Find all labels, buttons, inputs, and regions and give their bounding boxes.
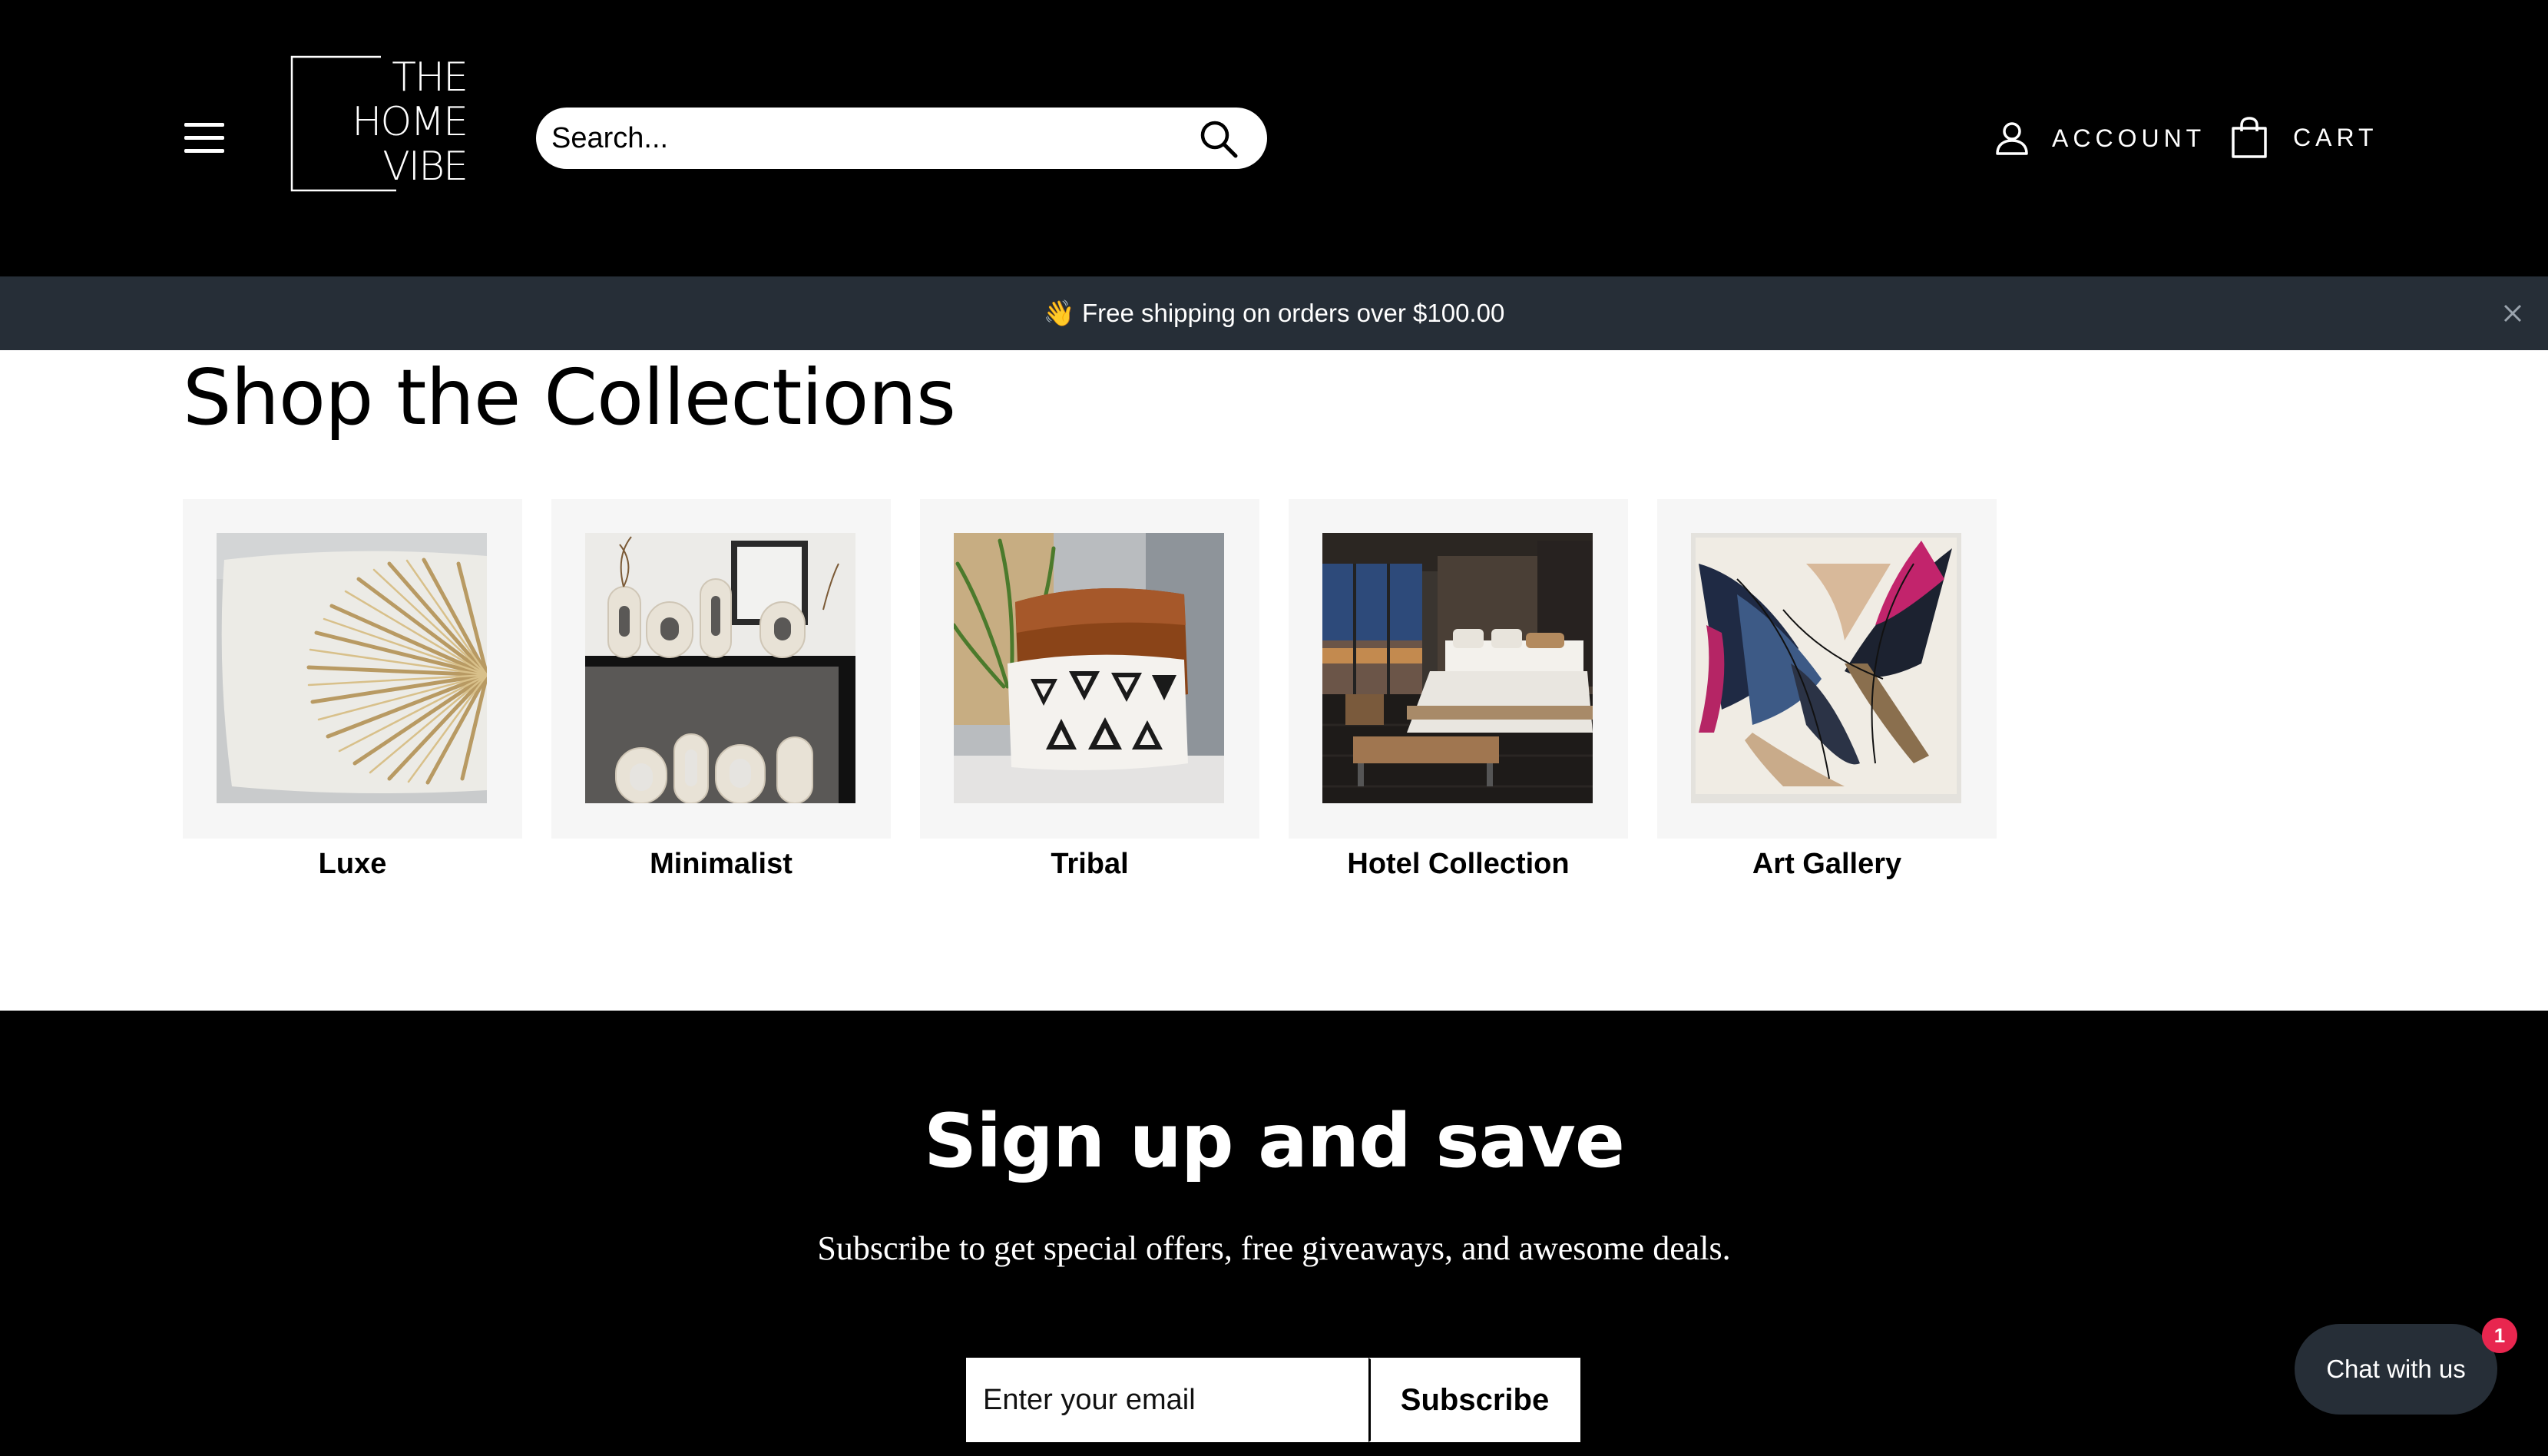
collection-card-tribal[interactable]: Tribal (920, 499, 1259, 881)
user-icon (1996, 122, 2028, 155)
subscribe-button[interactable]: Subscribe (1368, 1358, 1580, 1442)
chat-label: Chat with us (2326, 1355, 2466, 1383)
newsletter-title: Sign up and save (924, 1098, 1625, 1184)
logo-line-home: HOME (352, 99, 468, 145)
collection-label: Minimalist (650, 848, 793, 880)
newsletter-subtitle: Subscribe to get special offers, free gi… (817, 1229, 1731, 1267)
menu-icon[interactable] (184, 123, 224, 154)
account-label: ACCOUNT (2052, 124, 2206, 152)
notification-badge: 1 (2482, 1318, 2517, 1353)
site-header: THE HOME VIBE ACCOUNT CART (0, 0, 2548, 276)
collection-image-box (551, 499, 891, 839)
collection-grid: Luxe Minimalist Tribal Hotel Collection … (183, 499, 2026, 881)
close-icon[interactable] (2496, 296, 2530, 330)
shopping-bag-icon (2232, 117, 2267, 158)
newsletter-section: Sign up and save Subscribe to get specia… (0, 1011, 2548, 1456)
collection-image-box (1657, 499, 1997, 839)
account-link[interactable]: ACCOUNT (1994, 115, 2206, 161)
announcement-bar: 👋 Free shipping on orders over $100.00 (0, 276, 2548, 350)
hotel-bedroom-image (1322, 533, 1593, 803)
ceramic-vases-image (585, 533, 855, 803)
triangle-pattern-cushion-image (954, 533, 1224, 803)
logo-line-vibe: VIBE (382, 144, 468, 190)
collection-image-box (183, 499, 522, 839)
search-input[interactable] (551, 115, 1181, 161)
collection-label: Tribal (1051, 848, 1129, 880)
abstract-painting-image (1691, 533, 1961, 803)
collection-card-hotel-collection[interactable]: Hotel Collection (1289, 499, 1628, 881)
email-field[interactable] (966, 1358, 1368, 1442)
cart-link[interactable]: CART (2230, 114, 2378, 161)
page-title: Shop the Collections (183, 352, 956, 442)
site-logo[interactable]: THE HOME VIBE (289, 54, 473, 196)
collection-label: Art Gallery (1752, 848, 1902, 880)
cart-label: CART (2293, 123, 2378, 151)
collection-card-minimalist[interactable]: Minimalist (551, 499, 891, 881)
search-icon[interactable] (1198, 118, 1239, 160)
collection-image-box (920, 499, 1259, 839)
newsletter-form: Subscribe (966, 1358, 1580, 1442)
logo-text: THE HOME VIBE (335, 55, 468, 190)
collection-card-art-gallery[interactable]: Art Gallery (1657, 499, 1997, 881)
collection-label: Hotel Collection (1347, 848, 1570, 880)
logo-line-the: THE (392, 55, 468, 101)
beaded-cushion-image (217, 533, 487, 803)
collection-label: Luxe (318, 848, 387, 880)
chat-button[interactable]: Chat with us (2295, 1324, 2497, 1415)
search-bar (536, 108, 1267, 169)
collection-image-box (1289, 499, 1628, 839)
announcement-text: 👋 Free shipping on orders over $100.00 (1043, 298, 1505, 327)
collection-card-luxe[interactable]: Luxe (183, 499, 522, 881)
